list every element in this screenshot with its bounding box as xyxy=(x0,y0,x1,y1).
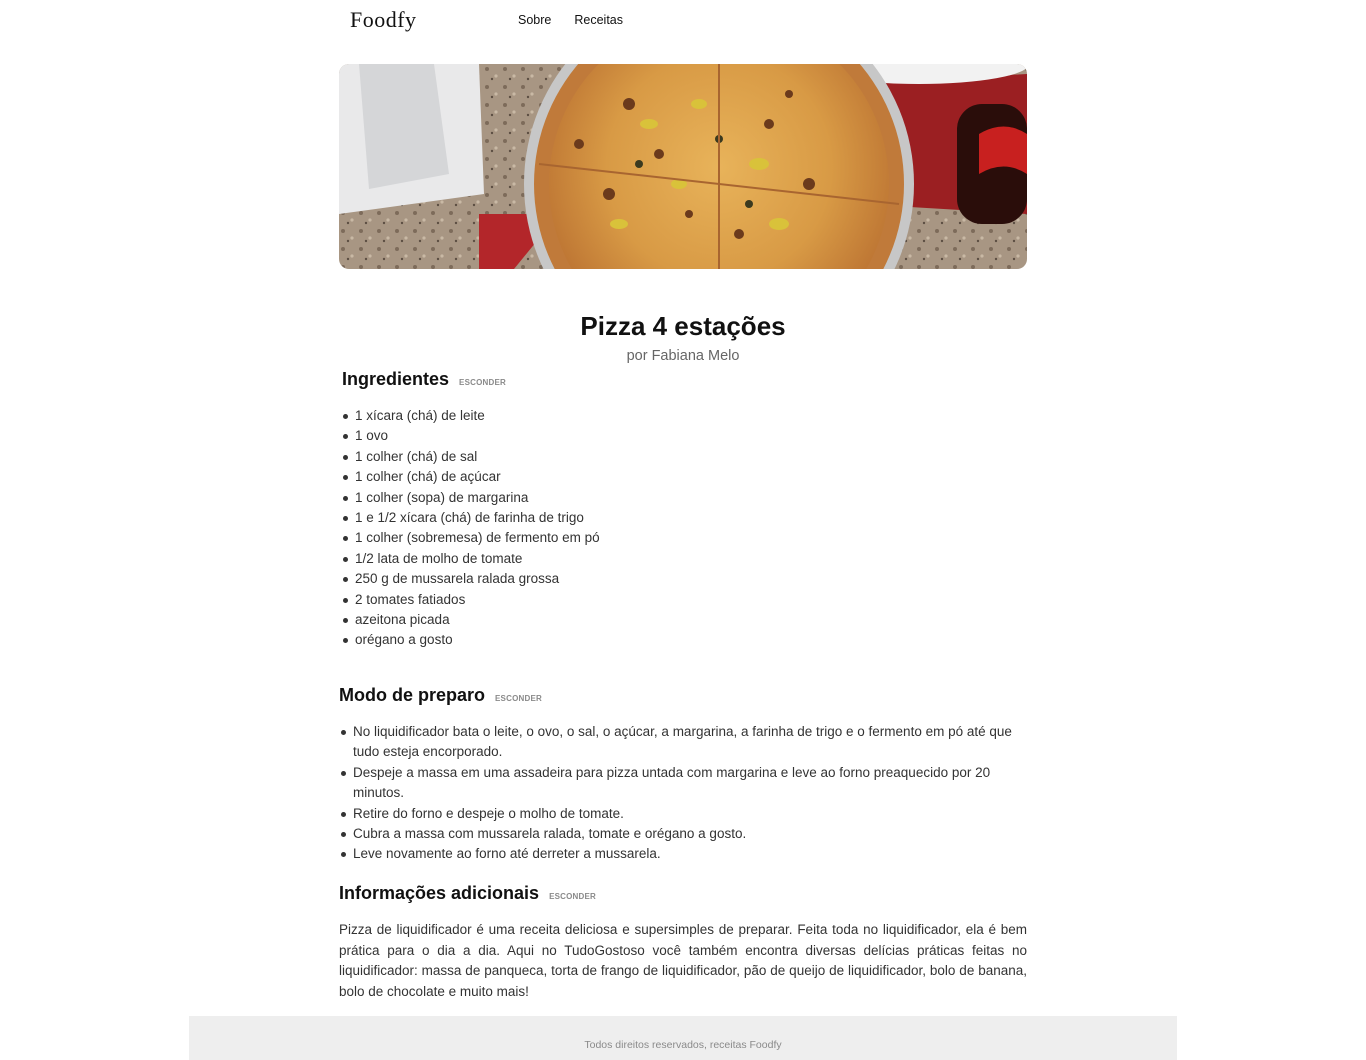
info-text: Pizza de liquidificador é uma receita de… xyxy=(339,922,1027,999)
ingredients-section-header: Ingredientes ESCONDER xyxy=(342,369,506,390)
ingredient-item: 1 e 1/2 xícara (chá) de farinha de trigo xyxy=(341,508,841,528)
page: Foodfy Sobre Receitas Pizza 4 estações p… xyxy=(189,0,1177,1060)
recipe-title: Pizza 4 estações xyxy=(580,311,786,341)
logo[interactable]: Foodfy xyxy=(350,7,417,33)
method-steps-list: No liquidificador bata o leite, o ovo, o… xyxy=(339,722,1029,865)
nav-link-sobre[interactable]: Sobre xyxy=(518,13,551,27)
nav-link-receitas[interactable]: Receitas xyxy=(574,13,623,27)
method-step: Despeje a massa em uma assadeira para pi… xyxy=(339,763,1029,804)
method-step: No liquidificador bata o leite, o ovo, o… xyxy=(339,722,1029,763)
ingredients-toggle-button[interactable]: ESCONDER xyxy=(459,378,506,387)
method-section-header: Modo de preparo ESCONDER xyxy=(339,685,542,706)
method-step: Retire do forno e despeje o molho de tom… xyxy=(339,804,1029,824)
top-header: Foodfy Sobre Receitas xyxy=(189,0,1177,42)
ingredient-item: 1 colher (chá) de açúcar xyxy=(341,467,841,487)
ingredient-item: azeitona picada xyxy=(341,610,841,630)
ingredients-list: 1 xícara (chá) de leite 1 ovo 1 colher (… xyxy=(341,406,841,651)
ingredient-item: 1 ovo xyxy=(341,426,841,446)
page-footer: Todos direitos reservados, receitas Food… xyxy=(189,1016,1177,1060)
method-step: Cubra a massa com mussarela ralada, toma… xyxy=(339,824,1029,844)
ingredient-item: orégano a gosto xyxy=(341,630,841,650)
ingredient-item: 1 colher (sopa) de margarina xyxy=(341,488,841,508)
method-heading: Modo de preparo xyxy=(339,685,486,705)
ingredient-item: 250 g de mussarela ralada grossa xyxy=(341,569,841,589)
main-nav: Sobre Receitas xyxy=(518,13,623,27)
ingredient-item: 1/2 lata de molho de tomate xyxy=(341,549,841,569)
ingredients-heading: Ingredientes xyxy=(342,369,450,389)
method-toggle-button[interactable]: ESCONDER xyxy=(495,694,542,703)
info-section-header: Informações adicionais ESCONDER xyxy=(339,883,596,904)
ingredient-item: 1 colher (chá) de sal xyxy=(341,447,841,467)
footer-text: Todos direitos reservados, receitas Food… xyxy=(584,1039,782,1051)
info-heading: Informações adicionais xyxy=(339,883,540,903)
info-toggle-button[interactable]: ESCONDER xyxy=(549,892,596,901)
ingredient-item: 2 tomates fatiados xyxy=(341,590,841,610)
ingredient-item: 1 xícara (chá) de leite xyxy=(341,406,841,426)
recipe-author: por Fabiana Melo xyxy=(626,348,740,364)
ingredient-item: 1 colher (sobremesa) de fermento em pó xyxy=(341,528,841,548)
recipe-hero-image xyxy=(339,64,1027,269)
method-step: Leve novamente ao forno até derreter a m… xyxy=(339,844,1029,864)
